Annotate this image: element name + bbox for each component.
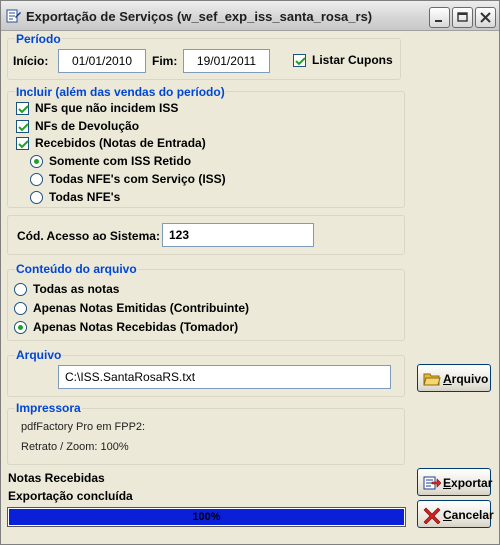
listar-cupons-checkbox[interactable] (293, 54, 306, 67)
notas-emitidas-radio[interactable] (14, 302, 27, 315)
export-window: Exportação de Serviços (w_sef_exp_iss_sa… (0, 0, 500, 545)
inicio-label: Início: (13, 54, 49, 68)
impressora-label: Impressora (15, 401, 82, 415)
checkmark-icon (295, 57, 306, 66)
todas-notas-radio[interactable] (14, 283, 27, 296)
checkmark-icon (18, 123, 29, 132)
incluir-label: Incluir (além das vendas do período) (15, 85, 226, 99)
app-icon (6, 8, 22, 24)
close-icon (480, 12, 491, 23)
somente-iss-retido-label[interactable]: Somente com ISS Retido (49, 154, 191, 168)
acesso-code-field[interactable]: 123 (162, 223, 314, 247)
checkmark-icon (18, 105, 29, 114)
todas-nfe-radio[interactable] (30, 191, 43, 204)
arquivo-path-field[interactable]: C:\ISS.SantaRosaRS.txt (58, 365, 391, 389)
radio-selected-dot (18, 325, 23, 330)
arquivo-label: Arquivo (15, 348, 63, 362)
nfs-nao-incidem-iss-checkbox[interactable] (16, 102, 29, 115)
listar-cupons-label[interactable]: Listar Cupons (312, 53, 393, 67)
somente-iss-retido-radio[interactable] (30, 155, 43, 168)
arquivo-browse-button[interactable]: Arquivo (417, 364, 491, 392)
nfs-devolucao-label[interactable]: NFs de Devolução (35, 119, 139, 133)
export-icon (423, 474, 442, 492)
arquivo-accel-key: A (443, 372, 452, 386)
impressora-group (7, 408, 405, 465)
exportar-accel-key: E (443, 476, 452, 490)
folder-open-icon (423, 370, 441, 388)
arquivo-button-rest: rquivo (451, 372, 489, 386)
nfs-devolucao-checkbox[interactable] (16, 120, 29, 133)
exportar-button-label: Exportar (443, 476, 492, 490)
minimize-icon (435, 20, 442, 22)
acesso-label: Cód. Acesso ao Sistema: (17, 229, 160, 243)
notas-recebidas-radio[interactable] (14, 321, 27, 334)
fim-date-field[interactable]: 19/01/2011 (183, 49, 270, 73)
todas-nfe-servico-radio[interactable] (30, 173, 43, 186)
notas-emitidas-label[interactable]: Apenas Notas Emitidas (Contribuinte) (33, 301, 249, 315)
exportar-button[interactable]: Exportar (417, 468, 492, 496)
inicio-date-field[interactable]: 01/01/2010 (58, 49, 146, 73)
printer-name: pdfFactory Pro em FPP2: (21, 421, 146, 433)
periodo-label: Período (15, 32, 62, 46)
window-title: Exportação de Serviços (w_sef_exp_iss_sa… (26, 9, 373, 24)
todas-nfe-servico-label[interactable]: Todas NFE's com Serviço (ISS) (49, 172, 226, 186)
cancel-x-icon (423, 506, 441, 525)
recebidos-label[interactable]: Recebidos (Notas de Entrada) (35, 136, 206, 150)
close-button[interactable] (475, 7, 496, 28)
checkmark-icon (18, 140, 29, 149)
maximize-icon (457, 12, 468, 22)
fim-label: Fim: (152, 54, 178, 68)
status-line-1: Notas Recebidas (8, 471, 105, 485)
arquivo-button-label: Arquivo (443, 372, 488, 386)
radio-selected-dot (34, 159, 39, 164)
todas-nfe-label[interactable]: Todas NFE's (49, 190, 120, 204)
conteudo-label: Conteúdo do arquivo (15, 262, 138, 276)
todas-notas-label[interactable]: Todas as notas (33, 282, 119, 296)
cancelar-accel-key: C (443, 508, 452, 522)
notas-recebidas-label[interactable]: Apenas Notas Recebidas (Tomador) (33, 320, 238, 334)
maximize-button[interactable] (452, 7, 473, 28)
minimize-button[interactable] (429, 7, 450, 28)
cancelar-button[interactable]: Cancelar (417, 500, 494, 528)
progress-text: 100% (192, 511, 221, 523)
printer-settings: Retrato / Zoom: 100% (21, 441, 129, 453)
title-bar[interactable]: Exportação de Serviços (w_sef_exp_iss_sa… (1, 1, 499, 31)
exportar-button-rest: xportar (451, 476, 493, 490)
cancelar-button-label: Cancelar (443, 508, 494, 522)
export-progress-bar: 100% (7, 507, 406, 527)
nfs-nao-incidem-iss-label[interactable]: NFs que não incidem ISS (35, 101, 178, 115)
status-line-2: Exportação concluída (8, 489, 133, 503)
recebidos-checkbox[interactable] (16, 137, 29, 150)
cancelar-button-rest: ancelar (451, 508, 494, 522)
